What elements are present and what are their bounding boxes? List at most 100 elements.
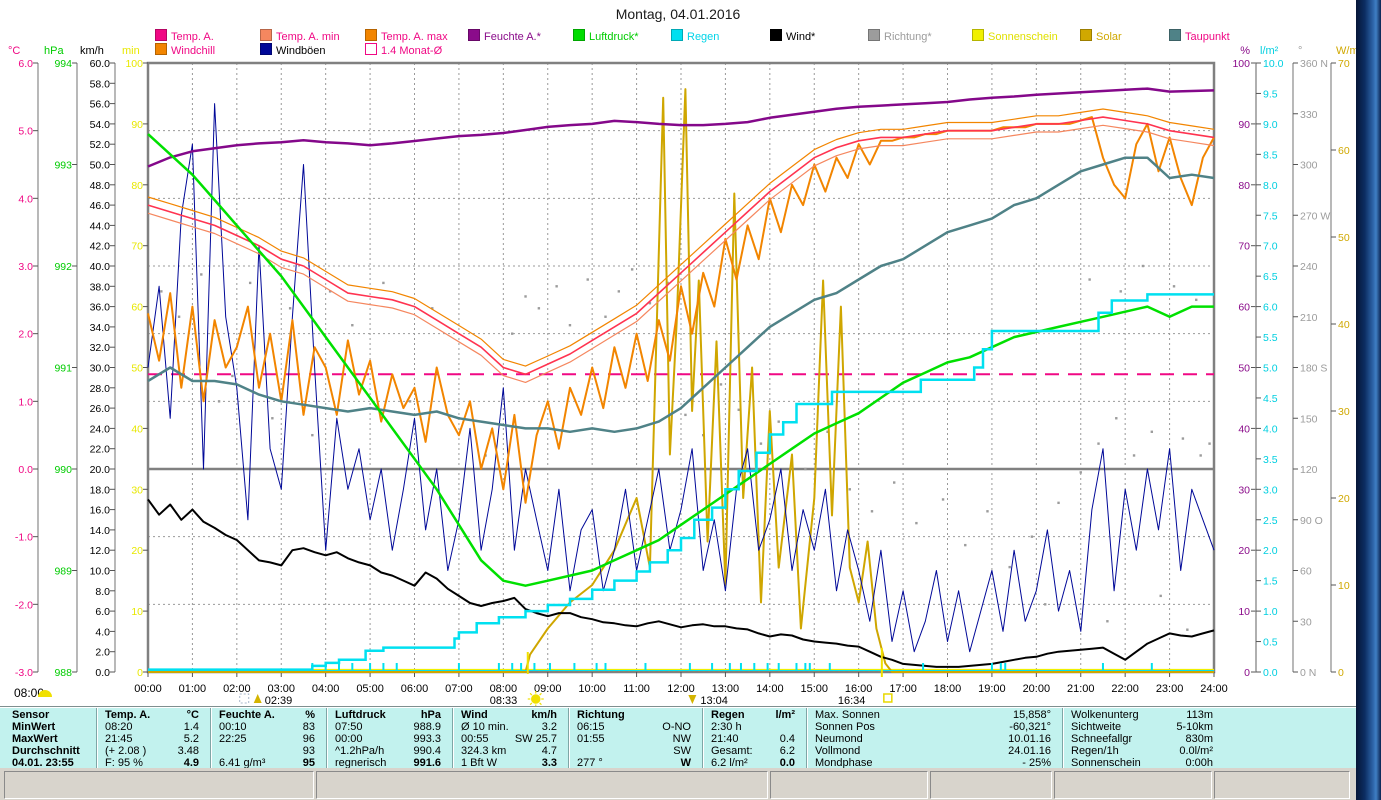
svg-text:20:00: 20:00 — [1023, 683, 1051, 695]
svg-text:-3.0: -3.0 — [15, 667, 33, 679]
svg-text:4.0: 4.0 — [95, 626, 110, 638]
svg-text:30: 30 — [1238, 484, 1250, 496]
rain-axis: l/m²10.0 9.5 9.0 8.5 8.0 7.5 7.0 6.5 6.0 5.5 5.0 4.… — [1255, 45, 1284, 679]
svg-text:50: 50 — [1338, 232, 1350, 244]
svg-text:l/m²: l/m² — [1260, 45, 1279, 57]
pressure-axis: hPa994 993 992 991 990 989 988 — [44, 45, 78, 679]
table-cell-value: 990.4 — [413, 745, 441, 757]
svg-text:6.0: 6.0 — [95, 606, 110, 618]
svg-text:42.0: 42.0 — [90, 241, 111, 253]
table-cell-label: Sensor — [12, 709, 50, 721]
svg-text:3.0: 3.0 — [1263, 484, 1278, 496]
svg-text:0 N: 0 N — [1300, 667, 1316, 679]
table-row: 06:15 O-NO — [569, 721, 699, 733]
table-cell-label: 06:15 — [577, 721, 605, 733]
table-cell-value: km/h — [531, 709, 557, 721]
svg-text:991: 991 — [54, 363, 72, 375]
svg-text:988: 988 — [54, 667, 72, 679]
svg-text:°C: °C — [8, 45, 20, 57]
table-row: 93 — [211, 745, 323, 757]
table-cell-value: 6.2 — [779, 745, 795, 757]
table-cell-label: Gesamt: — [711, 745, 753, 757]
svg-text:90: 90 — [1238, 119, 1250, 131]
table-cell-value: 830m — [1185, 733, 1213, 745]
svg-text:120: 120 — [1300, 464, 1318, 476]
svg-text:01:00: 01:00 — [179, 683, 207, 695]
table-cell-value: SW 25.7 — [514, 733, 557, 745]
svg-text:5.0: 5.0 — [1263, 363, 1278, 375]
table-column: Wolkenunterg 113m Sichtweite 5-10km Schneefa… — [1062, 708, 1353, 769]
table-cell-label: 00:00 — [335, 733, 363, 745]
table-row: 00:10 83 — [211, 721, 323, 733]
svg-text:4.0: 4.0 — [18, 193, 33, 205]
svg-text:10: 10 — [131, 606, 143, 618]
table-cell-value: 0.0l/m² — [1179, 745, 1213, 757]
svg-text:8.0: 8.0 — [95, 586, 110, 598]
svg-text:46.0: 46.0 — [90, 200, 111, 212]
svg-text:-1.0: -1.0 — [15, 532, 33, 544]
table-row: ^1.2hPa/h 990.4 — [327, 745, 449, 757]
svg-text:330: 330 — [1300, 109, 1318, 121]
table-cell-label: 08:20 — [105, 721, 133, 733]
table-cell-value: 96 — [302, 733, 315, 745]
svg-text:10.0: 10.0 — [90, 566, 111, 578]
table-row: 01:55 NW — [569, 733, 699, 745]
svg-text:min: min — [122, 45, 140, 57]
table-cell-label: Schneefallgr — [1071, 733, 1133, 745]
svg-text:70: 70 — [1338, 58, 1350, 70]
svg-text:52.0: 52.0 — [90, 139, 111, 151]
svg-text:-2.0: -2.0 — [15, 599, 33, 611]
svg-text:40: 40 — [131, 423, 143, 435]
svg-text:50: 50 — [131, 363, 143, 375]
table-row: Wolkenunterg 113m — [1063, 709, 1353, 721]
svg-text:40: 40 — [1238, 423, 1250, 435]
table-cell-value: 83 — [302, 721, 315, 733]
table-cell-label: Regen/1h — [1071, 745, 1119, 757]
table-row: Sichtweite 5-10km — [1063, 721, 1353, 733]
svg-text:80: 80 — [131, 180, 143, 192]
table-cell-label: Neumond — [815, 733, 863, 745]
svg-text:60.0: 60.0 — [90, 58, 111, 70]
wind-axis: km/h60.0 58.0 56.0 54.0 52.0 50.0 48.0 46.0 44.0… — [80, 45, 116, 679]
table-cell-value: NW — [672, 733, 691, 745]
humidity-axis: %1009080706050403020100 — [1232, 45, 1257, 679]
svg-text:180 S: 180 S — [1300, 363, 1327, 375]
table-row: Richtung — [569, 709, 699, 721]
svg-text:14.0: 14.0 — [90, 525, 111, 537]
status-segment — [316, 771, 768, 799]
svg-text:13:00: 13:00 — [712, 683, 740, 695]
svg-text:5.5: 5.5 — [1263, 332, 1278, 344]
svg-text:40.0: 40.0 — [90, 261, 111, 273]
table-row: Schneefallgr 830m — [1063, 733, 1353, 745]
table-row: Temp. A. °C — [97, 709, 207, 721]
svg-text:10:00: 10:00 — [578, 683, 606, 695]
svg-text:%: % — [1240, 45, 1250, 57]
direction-axis: °360 N 330 300 270 W 240 210 180 S 150 120 90 O 60… — [1292, 45, 1330, 679]
table-cell-value: O-NO — [662, 721, 691, 733]
table-row: Regen/1h 0.0l/m² — [1063, 745, 1353, 757]
table-column: Wind km/h Ø 10 min. 3.2 00:55 SW 25.7 324.3 km… — [452, 708, 565, 769]
status-segment — [770, 771, 928, 799]
svg-text:0.5: 0.5 — [1263, 637, 1278, 649]
svg-text:994: 994 — [54, 58, 72, 70]
svg-text:36.0: 36.0 — [90, 302, 111, 314]
table-cell-value: 113m — [1186, 709, 1213, 721]
table-cell-value: 10.01.16 — [1008, 733, 1051, 745]
svg-text:0.0: 0.0 — [18, 464, 33, 476]
svg-text:4.0: 4.0 — [1263, 423, 1278, 435]
svg-text:03:00: 03:00 — [267, 683, 295, 695]
svg-text:07:00: 07:00 — [445, 683, 473, 695]
svg-text:30: 30 — [131, 484, 143, 496]
svg-text:7.0: 7.0 — [1263, 241, 1278, 253]
table-row: Sonnen Pos -60,321° — [807, 721, 1059, 733]
table-column: Regen l/m² 2:30 h 21:40 0.4 Gesamt: 6.2 6.2 l/m… — [702, 708, 803, 769]
svg-text:30: 30 — [1338, 406, 1350, 418]
svg-text:100: 100 — [125, 58, 143, 70]
svg-text:18.0: 18.0 — [90, 484, 111, 496]
svg-text:20: 20 — [131, 545, 143, 557]
svg-text:50: 50 — [1238, 363, 1250, 375]
svg-text:100: 100 — [1232, 58, 1250, 70]
table-cell-label: Feuchte A. — [219, 709, 275, 721]
table-row: (+ 2.08 ) 3.48 — [97, 745, 207, 757]
svg-text:990: 990 — [54, 464, 72, 476]
